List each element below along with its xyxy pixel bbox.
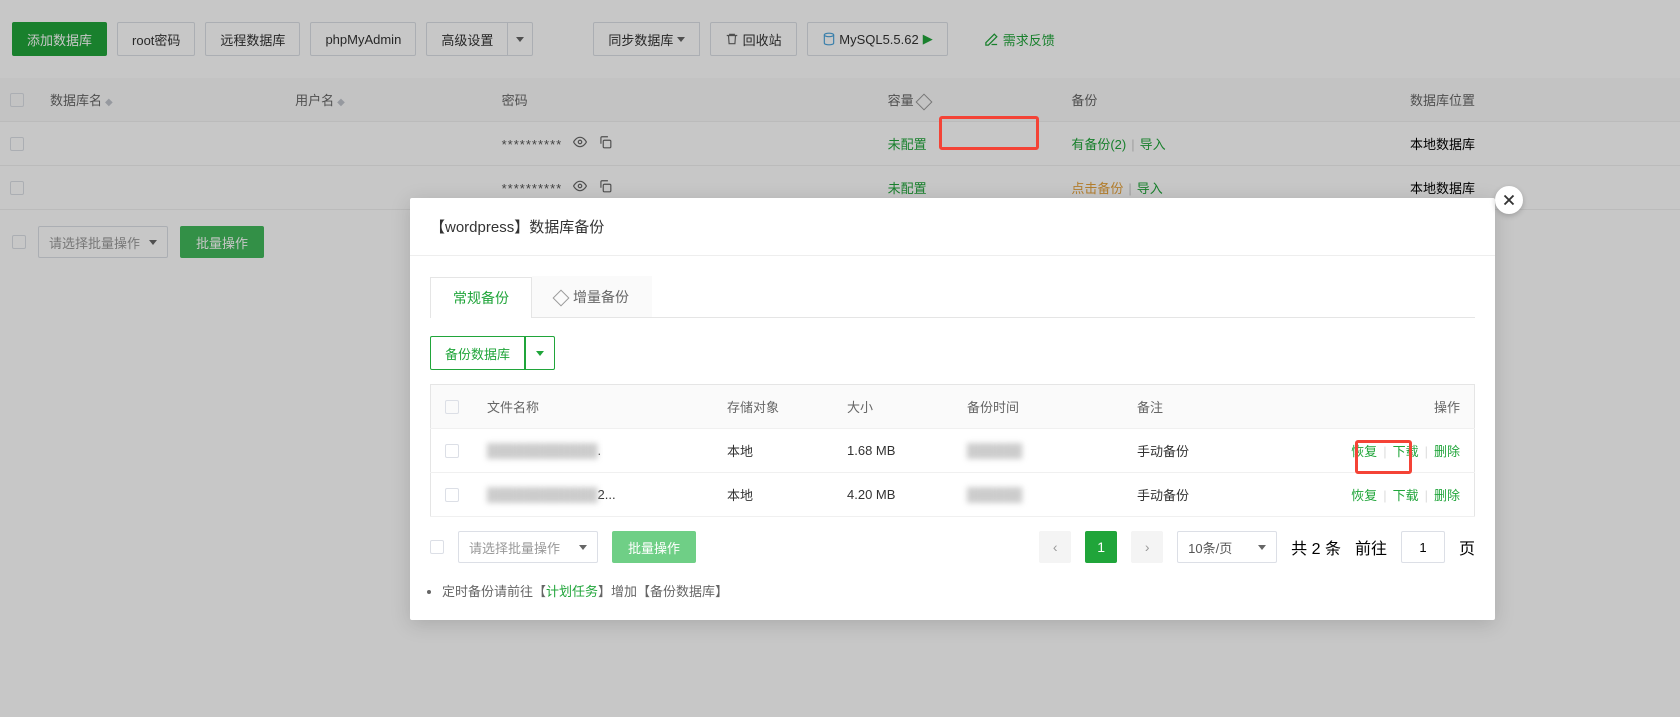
- backup-database-dropdown[interactable]: [525, 336, 555, 370]
- modal-batch-select[interactable]: 请选择批量操作: [458, 531, 598, 563]
- filename-cell: ████████████: [487, 443, 598, 458]
- select-all-checkbox[interactable]: [445, 400, 459, 414]
- download-link[interactable]: 下载: [1393, 488, 1419, 503]
- size-cell: 4.20 MB: [833, 473, 953, 517]
- table-row: ████████████2... 本地 4.20 MB ██████ 手动备份 …: [431, 473, 1475, 517]
- col-time: 备份时间: [953, 385, 1123, 429]
- tab-regular-backup[interactable]: 常规备份: [430, 277, 532, 318]
- tip-text: 定时备份请前往【计划任务】增加【备份数据库】: [442, 581, 1475, 600]
- diamond-icon: [553, 290, 570, 307]
- col-storage: 存储对象: [713, 385, 833, 429]
- time-cell: ██████: [967, 487, 1022, 502]
- delete-link[interactable]: 删除: [1434, 488, 1460, 503]
- row-checkbox[interactable]: [445, 444, 459, 458]
- close-icon: [1500, 191, 1518, 209]
- modal-batch-run-button[interactable]: 批量操作: [612, 531, 696, 563]
- page-1-button[interactable]: 1: [1085, 531, 1117, 563]
- note-cell: 手动备份: [1123, 429, 1335, 473]
- close-button[interactable]: [1495, 186, 1523, 214]
- restore-link[interactable]: 恢复: [1351, 444, 1377, 459]
- goto-suffix-label: 页: [1459, 535, 1475, 559]
- filename-cell: ████████████: [487, 487, 598, 502]
- col-size: 大小: [833, 385, 953, 429]
- prev-page-button[interactable]: ‹: [1039, 531, 1071, 563]
- storage-cell: 本地: [713, 429, 833, 473]
- per-page-select[interactable]: 10条/页: [1177, 531, 1277, 563]
- backup-files-table: 文件名称 存储对象 大小 备份时间 备注 操作 ████████████. 本地…: [430, 384, 1475, 517]
- goto-page-input[interactable]: [1401, 531, 1445, 563]
- table-row: ████████████. 本地 1.68 MB ██████ 手动备份 恢复|…: [431, 429, 1475, 473]
- storage-cell: 本地: [713, 473, 833, 517]
- modal-title: 【wordpress】数据库备份: [410, 198, 1495, 256]
- col-op: 操作: [1335, 385, 1475, 429]
- col-filename: 文件名称: [473, 385, 713, 429]
- size-cell: 1.68 MB: [833, 429, 953, 473]
- goto-label: 前往: [1355, 535, 1387, 559]
- scheduled-tasks-link[interactable]: 计划任务: [546, 584, 598, 599]
- chevron-down-icon: [1258, 545, 1266, 550]
- delete-link[interactable]: 删除: [1434, 444, 1460, 459]
- tab-incremental-backup[interactable]: 增量备份: [532, 276, 652, 317]
- tabs: 常规备份 增量备份: [430, 276, 1475, 318]
- total-count-label: 共 2 条: [1291, 535, 1341, 559]
- row-checkbox[interactable]: [445, 488, 459, 502]
- chevron-down-icon: [536, 351, 544, 356]
- restore-link[interactable]: 恢复: [1351, 488, 1377, 503]
- backup-modal: 【wordpress】数据库备份 常规备份 增量备份 备份数据库 文件名称 存储…: [410, 198, 1495, 620]
- time-cell: ██████: [967, 443, 1022, 458]
- col-note: 备注: [1123, 385, 1335, 429]
- backup-database-button[interactable]: 备份数据库: [430, 336, 525, 370]
- next-page-button[interactable]: ›: [1131, 531, 1163, 563]
- chevron-down-icon: [579, 545, 587, 550]
- note-cell: 手动备份: [1123, 473, 1335, 517]
- download-link[interactable]: 下载: [1393, 444, 1419, 459]
- batch-select-all-checkbox[interactable]: [430, 540, 444, 554]
